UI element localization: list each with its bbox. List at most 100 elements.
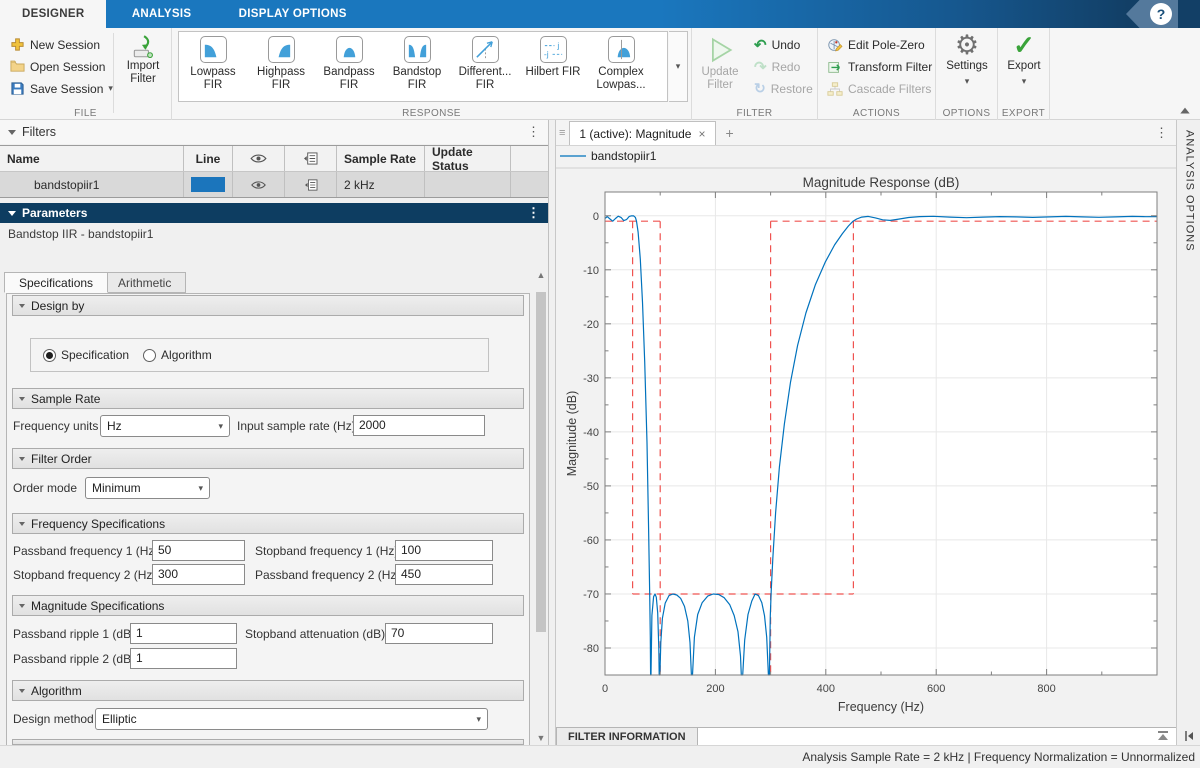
chevron-down-icon: ▾ <box>676 62 681 71</box>
passband-frequency-1-field[interactable]: 50 <box>152 540 245 561</box>
response-item-label: FIR <box>340 79 359 92</box>
frequency-specifications-header[interactable]: Frequency Specifications <box>12 513 524 534</box>
filter-information-tab[interactable]: FILTER INFORMATION <box>556 727 698 745</box>
tab-display-options[interactable]: DISPLAY OPTIONS <box>217 0 369 28</box>
column-filter-info <box>285 146 337 171</box>
magnitude-specifications-header[interactable]: Magnitude Specifications <box>12 595 524 616</box>
new-session-button[interactable]: New Session <box>6 34 104 55</box>
svg-text:j: j <box>556 41 559 51</box>
help-icon[interactable]: ? <box>1150 3 1172 25</box>
transform-filter-button[interactable]: Transform Filter <box>823 56 936 77</box>
scrollbar-thumb[interactable] <box>536 292 546 632</box>
response-hilbert-fir[interactable]: j -j Hilbert FIR <box>519 32 587 101</box>
parameters-panel-header[interactable]: Parameters ⋮ <box>0 203 548 223</box>
analysis-options-strip[interactable]: ANALYSIS OPTIONS <box>1176 120 1200 745</box>
passband-frequency-2-field[interactable]: 450 <box>395 564 493 585</box>
design-method-value: Elliptic <box>102 712 137 726</box>
collapse-triangle-icon <box>8 211 16 216</box>
filter-name-cell[interactable]: bandstopiir1 <box>0 172 184 197</box>
svg-text:-60: -60 <box>583 535 599 547</box>
hilbert-icon: j -j <box>540 36 567 63</box>
passband-ripple-1-field[interactable]: 1 <box>130 623 237 644</box>
filters-table: Name Line Sample Rate Update Status band… <box>0 145 548 198</box>
line-swatch[interactable] <box>191 177 225 192</box>
import-filter-button[interactable]: Import Filter <box>118 34 168 86</box>
undo-button[interactable]: ↶ Undo <box>750 34 804 55</box>
algorithm-header[interactable]: Algorithm <box>12 680 524 701</box>
section-export-label: EXPORT <box>998 108 1049 119</box>
plot-menu-icon[interactable]: ⋮ <box>1155 125 1176 141</box>
response-gallery-dropdown[interactable]: ▾ <box>669 31 688 102</box>
analysis-plot-panel: ≡ 1 (active): Magnitude × + ⋮ 0200400600… <box>555 120 1176 745</box>
filters-panel-header[interactable]: Filters ⋮ <box>0 120 548 144</box>
redo-button[interactable]: ↷ Redo <box>750 56 804 77</box>
radio-algorithm[interactable]: Algorithm <box>143 348 212 362</box>
scroll-up-icon[interactable]: ▲ <box>534 268 548 282</box>
tab-analysis[interactable]: ANALYSIS <box>110 0 214 28</box>
input-rate-field[interactable]: 2000 <box>353 415 485 436</box>
tab-arithmetic[interactable]: Arithmetic <box>103 272 186 293</box>
parameters-scrollbar[interactable]: ▲ ▼ <box>534 268 548 745</box>
restore-button[interactable]: ↻ Restore <box>750 78 817 99</box>
save-session-button[interactable]: Save Session ▾ <box>6 78 117 99</box>
column-name: Name <box>0 146 184 171</box>
settings-button[interactable]: ⚙ Settings ▾ <box>942 30 992 86</box>
section-export: ✓ Export ▾ EXPORT <box>998 28 1050 120</box>
chevron-down-icon: ▾ <box>476 715 481 724</box>
tab-grip-icon[interactable]: ≡ <box>556 127 569 139</box>
column-update-status: Update Status <box>425 146 511 171</box>
response-complex-lowpass[interactable]: Complex Lowpas... <box>587 32 655 101</box>
stopband-attenuation-field[interactable]: 70 <box>385 623 493 644</box>
new-tab-button[interactable]: + <box>716 125 744 141</box>
response-gallery: Lowpass FIR Highpass FIR Bandpass FIR Ba… <box>178 31 668 102</box>
radio-specification[interactable]: Specification <box>43 348 129 362</box>
radio-algorithm-label: Algorithm <box>161 348 212 362</box>
parameters-menu-icon[interactable]: ⋮ <box>527 207 540 219</box>
column-line: Line <box>184 146 233 171</box>
response-bandpass-fir[interactable]: Bandpass FIR <box>315 32 383 101</box>
visibility-cell[interactable] <box>233 172 285 197</box>
design-by-header[interactable]: Design by <box>12 295 524 316</box>
update-filter-label-2: Filter <box>707 79 733 92</box>
left-panel: Filters ⋮ Name Line Sample Rate Update S… <box>0 120 549 745</box>
tab-designer[interactable]: DESIGNER <box>0 0 106 28</box>
response-lowpass-fir[interactable]: Lowpass FIR <box>179 32 247 101</box>
cascade-filters-button[interactable]: Cascade Filters <box>823 78 935 99</box>
sample-rate-header[interactable]: Sample Rate <box>12 388 524 409</box>
tab-magnitude[interactable]: 1 (active): Magnitude × <box>569 121 715 145</box>
collapse-right-icon[interactable] <box>1183 730 1195 742</box>
export-button[interactable]: ✓ Export ▾ <box>999 30 1049 86</box>
save-session-label: Save Session <box>30 82 103 96</box>
update-status-cell <box>425 172 511 197</box>
response-item-label: Different... <box>459 66 512 79</box>
expand-panel-icon[interactable] <box>1156 730 1170 742</box>
open-session-button[interactable]: Open Session <box>6 56 109 77</box>
svg-text:-10: -10 <box>583 265 599 277</box>
response-item-label: FIR <box>272 79 291 92</box>
order-mode-dropdown[interactable]: Minimum ▾ <box>85 477 210 499</box>
design-method-label: Design method <box>13 708 94 730</box>
stopband-frequency-2-field[interactable]: 300 <box>152 564 245 585</box>
ribbon-collapse-icon[interactable] <box>1178 104 1192 116</box>
open-session-label: Open Session <box>30 60 105 74</box>
response-item-label: Lowpass <box>190 66 235 79</box>
stopband-frequency-1-field[interactable]: 100 <box>395 540 493 561</box>
response-highpass-fir[interactable]: Highpass FIR <box>247 32 315 101</box>
passband-ripple-2-field[interactable]: 1 <box>130 648 237 669</box>
response-bandstop-fir[interactable]: Bandstop FIR <box>383 32 451 101</box>
svg-text:bandstopiir1: bandstopiir1 <box>591 149 657 163</box>
filters-menu-icon[interactable]: ⋮ <box>527 126 540 138</box>
close-icon[interactable]: × <box>698 127 705 141</box>
tab-specifications[interactable]: Specifications <box>4 272 108 293</box>
table-row[interactable]: bandstopiir1 2 kHz <box>0 172 548 198</box>
passband-ripple-2-label: Passband ripple 2 (dB) <box>13 648 135 670</box>
filter-order-header[interactable]: Filter Order <box>12 448 524 469</box>
response-differentiator-fir[interactable]: Different... FIR <box>451 32 519 101</box>
frequency-units-dropdown[interactable]: Hz ▾ <box>100 415 230 437</box>
section-filter-label: FILTER <box>692 108 817 119</box>
scroll-down-icon[interactable]: ▼ <box>534 731 548 745</box>
filter-info-cell[interactable] <box>285 172 337 197</box>
design-method-dropdown[interactable]: Elliptic ▾ <box>95 708 488 730</box>
update-filter-button[interactable]: Update Filter <box>695 34 745 92</box>
edit-pole-zero-button[interactable]: Edit Pole-Zero <box>823 34 929 55</box>
